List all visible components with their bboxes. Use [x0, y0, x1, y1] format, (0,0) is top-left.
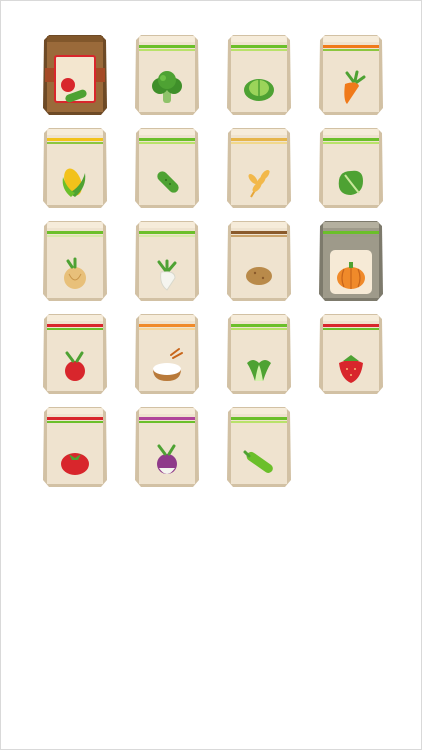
seed-packet-graphic [227, 128, 291, 208]
seed-packet-cucumber-seeds[interactable] [133, 127, 201, 208]
seed-packet-graphic [227, 221, 291, 301]
seed-packet-graphic [135, 128, 199, 208]
potato-icon [246, 267, 272, 285]
seed-packet-graphic [319, 35, 383, 115]
seed-packet-graphic [227, 407, 291, 487]
seed-packet-graphic [227, 35, 291, 115]
tomato-icon [61, 453, 89, 475]
seed-packet-strawberry-seeds[interactable] [317, 313, 385, 394]
seed-packet-graphic [135, 35, 199, 115]
seed-packet-graphic [135, 407, 199, 487]
seed-packet-graphic [227, 314, 291, 394]
seed-packet-graphic [135, 314, 199, 394]
seed-packet-cabbage-seeds[interactable] [225, 34, 293, 115]
seed-packet-white-radish-seeds[interactable] [133, 220, 201, 301]
seed-catalog-screen [0, 0, 422, 750]
seed-packet-lettuce-seeds[interactable] [317, 127, 385, 208]
seed-packet-tomato-seeds[interactable] [41, 406, 109, 487]
seed-packet-onion-seeds[interactable] [41, 220, 109, 301]
seed-packet-bok-choy-seeds[interactable] [225, 313, 293, 394]
seed-packet-turnip-seeds[interactable] [133, 406, 201, 487]
seed-packet-zucchini-seeds[interactable] [225, 406, 293, 487]
cabbage-icon [244, 79, 274, 101]
seed-packet-mixed-vegetable-seeds[interactable] [41, 34, 109, 115]
seed-packet-graphic [319, 221, 383, 301]
seed-packet-graphic [319, 128, 383, 208]
seed-packet-grid [41, 34, 385, 487]
seed-packet-rice-seeds[interactable] [133, 313, 201, 394]
seed-packet-corn-seeds[interactable] [41, 127, 109, 208]
seed-packet-graphic [319, 314, 383, 394]
seed-packet-pumpkin-seeds[interactable] [317, 220, 385, 301]
seed-packet-potato-seeds[interactable] [225, 220, 293, 301]
seed-packet-graphic [43, 128, 107, 208]
seed-packet-graphic [43, 314, 107, 394]
seed-packet-graphic [135, 221, 199, 301]
seed-packet-carrot-seeds[interactable] [317, 34, 385, 115]
seed-packet-graphic [43, 35, 107, 115]
seed-packet-wheat-seeds[interactable] [225, 127, 293, 208]
seed-packet-graphic [43, 221, 107, 301]
seed-packet-graphic [43, 407, 107, 487]
seed-packet-broccoli-seeds[interactable] [133, 34, 201, 115]
seed-packet-radish-seeds[interactable] [41, 313, 109, 394]
